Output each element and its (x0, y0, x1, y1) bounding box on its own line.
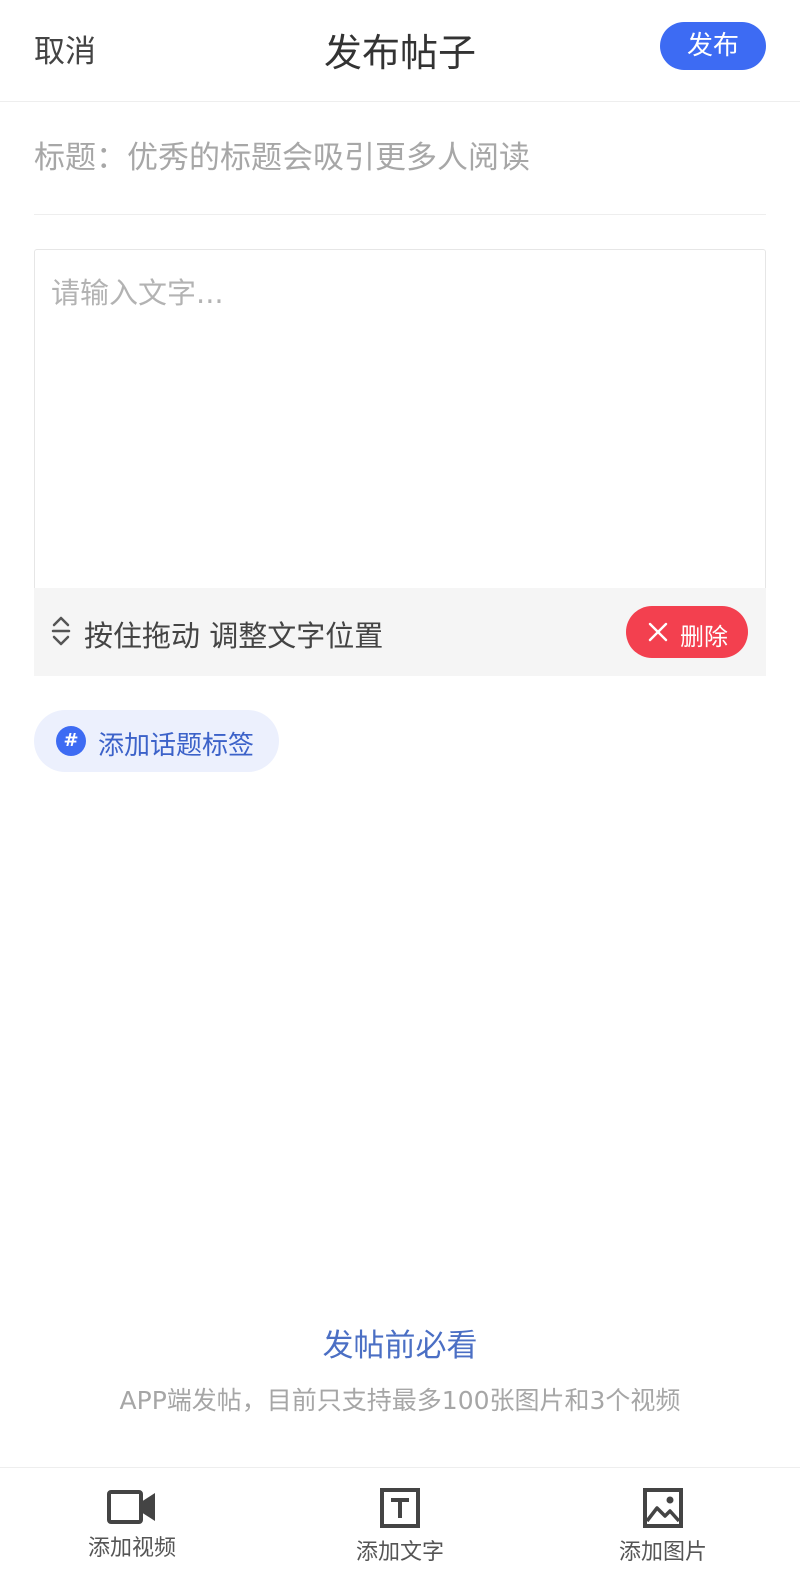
add-topic-tag-label: 添加话题标签 (98, 731, 255, 761)
add-video-button[interactable]: 添加视频 (47, 1468, 217, 1591)
delete-button[interactable]: 删除 (626, 606, 748, 658)
close-icon (648, 622, 668, 642)
image-icon (643, 1488, 683, 1528)
text-icon (380, 1488, 420, 1528)
bottom-toolbar: 添加视频 添加文字 添加图片 (0, 1467, 800, 1591)
divider (34, 214, 766, 215)
add-topic-tag-button[interactable]: # 添加话题标签 (34, 710, 279, 772)
text-block-toolbar: 按住拖动 调整文字位置 删除 (34, 588, 766, 676)
drag-handle-icon[interactable] (50, 614, 72, 648)
add-text-label: 添加文字 (355, 1540, 444, 1565)
posting-limit-notice: APP端发帖，目前只支持最多100张图片和3个视频 (119, 1386, 681, 1415)
add-image-button[interactable]: 添加图片 (578, 1468, 748, 1591)
text-block (34, 249, 766, 589)
drag-hint: 按住拖动 调整文字位置 (84, 619, 384, 653)
post-title-input[interactable] (34, 133, 766, 183)
video-icon (107, 1490, 155, 1524)
add-image-label: 添加图片 (618, 1540, 707, 1565)
add-video-label: 添加视频 (87, 1536, 176, 1561)
top-bar: 取消 发布帖子 发布 (0, 0, 800, 102)
post-text-input[interactable] (51, 270, 751, 570)
hashtag-icon: # (56, 726, 86, 756)
publish-button[interactable]: 发布 (660, 22, 766, 70)
add-text-button[interactable]: 添加文字 (315, 1468, 485, 1591)
delete-label: 删除 (680, 623, 728, 651)
posting-guide-link[interactable]: 发帖前必看 (0, 1320, 800, 1365)
